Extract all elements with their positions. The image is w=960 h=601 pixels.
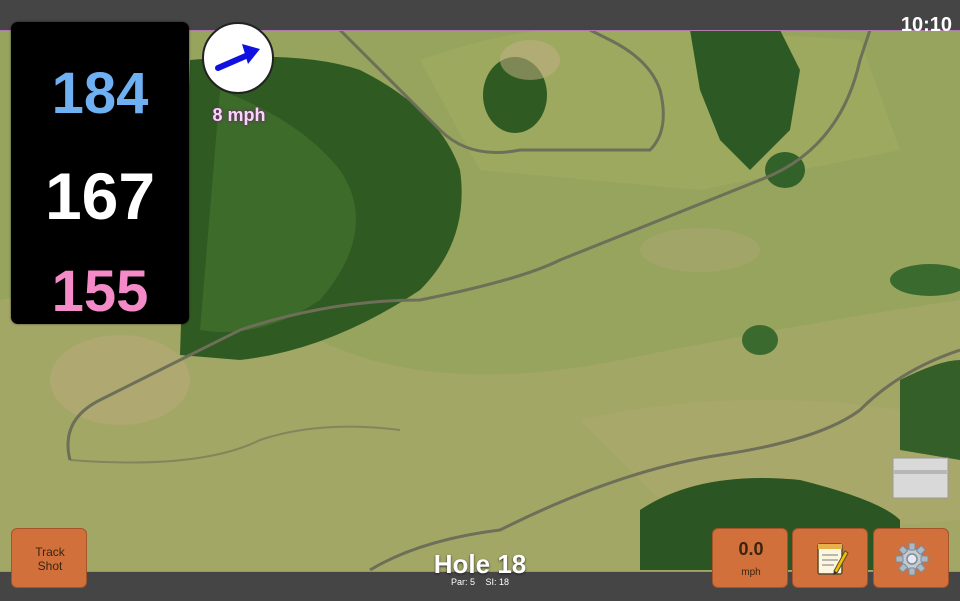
hole-meta: Par: 5 SI: 18 [380,577,580,587]
speed-unit: mph [741,567,761,578]
status-clock: 10:10 [900,14,952,36]
yardage-middle: 167 [44,159,156,233]
track-shot-button[interactable]: Track Shot [11,528,87,588]
notepad-icon [817,543,849,575]
hole-stroke-index: SI: 18 [485,577,510,587]
wind-speed-label: 8 mph [212,105,266,125]
hole-title: Hole 18 [433,549,527,579]
speed-button[interactable]: 0.0 mph [712,528,788,588]
gear-icon [895,542,929,576]
yardage-front: 155 [51,259,149,324]
wind-indicator[interactable] [202,22,274,94]
notes-button[interactable] [792,528,868,588]
speed-value: 0.0 [738,539,764,559]
yardage-back: 184 [51,61,149,126]
wind-arrow-icon [215,44,260,71]
yardage-panel[interactable]: 184 167 155 [11,22,189,324]
settings-button[interactable] [873,528,949,588]
hole-par: Par: 5 [450,577,475,587]
track-shot-label: Track Shot [35,545,65,573]
